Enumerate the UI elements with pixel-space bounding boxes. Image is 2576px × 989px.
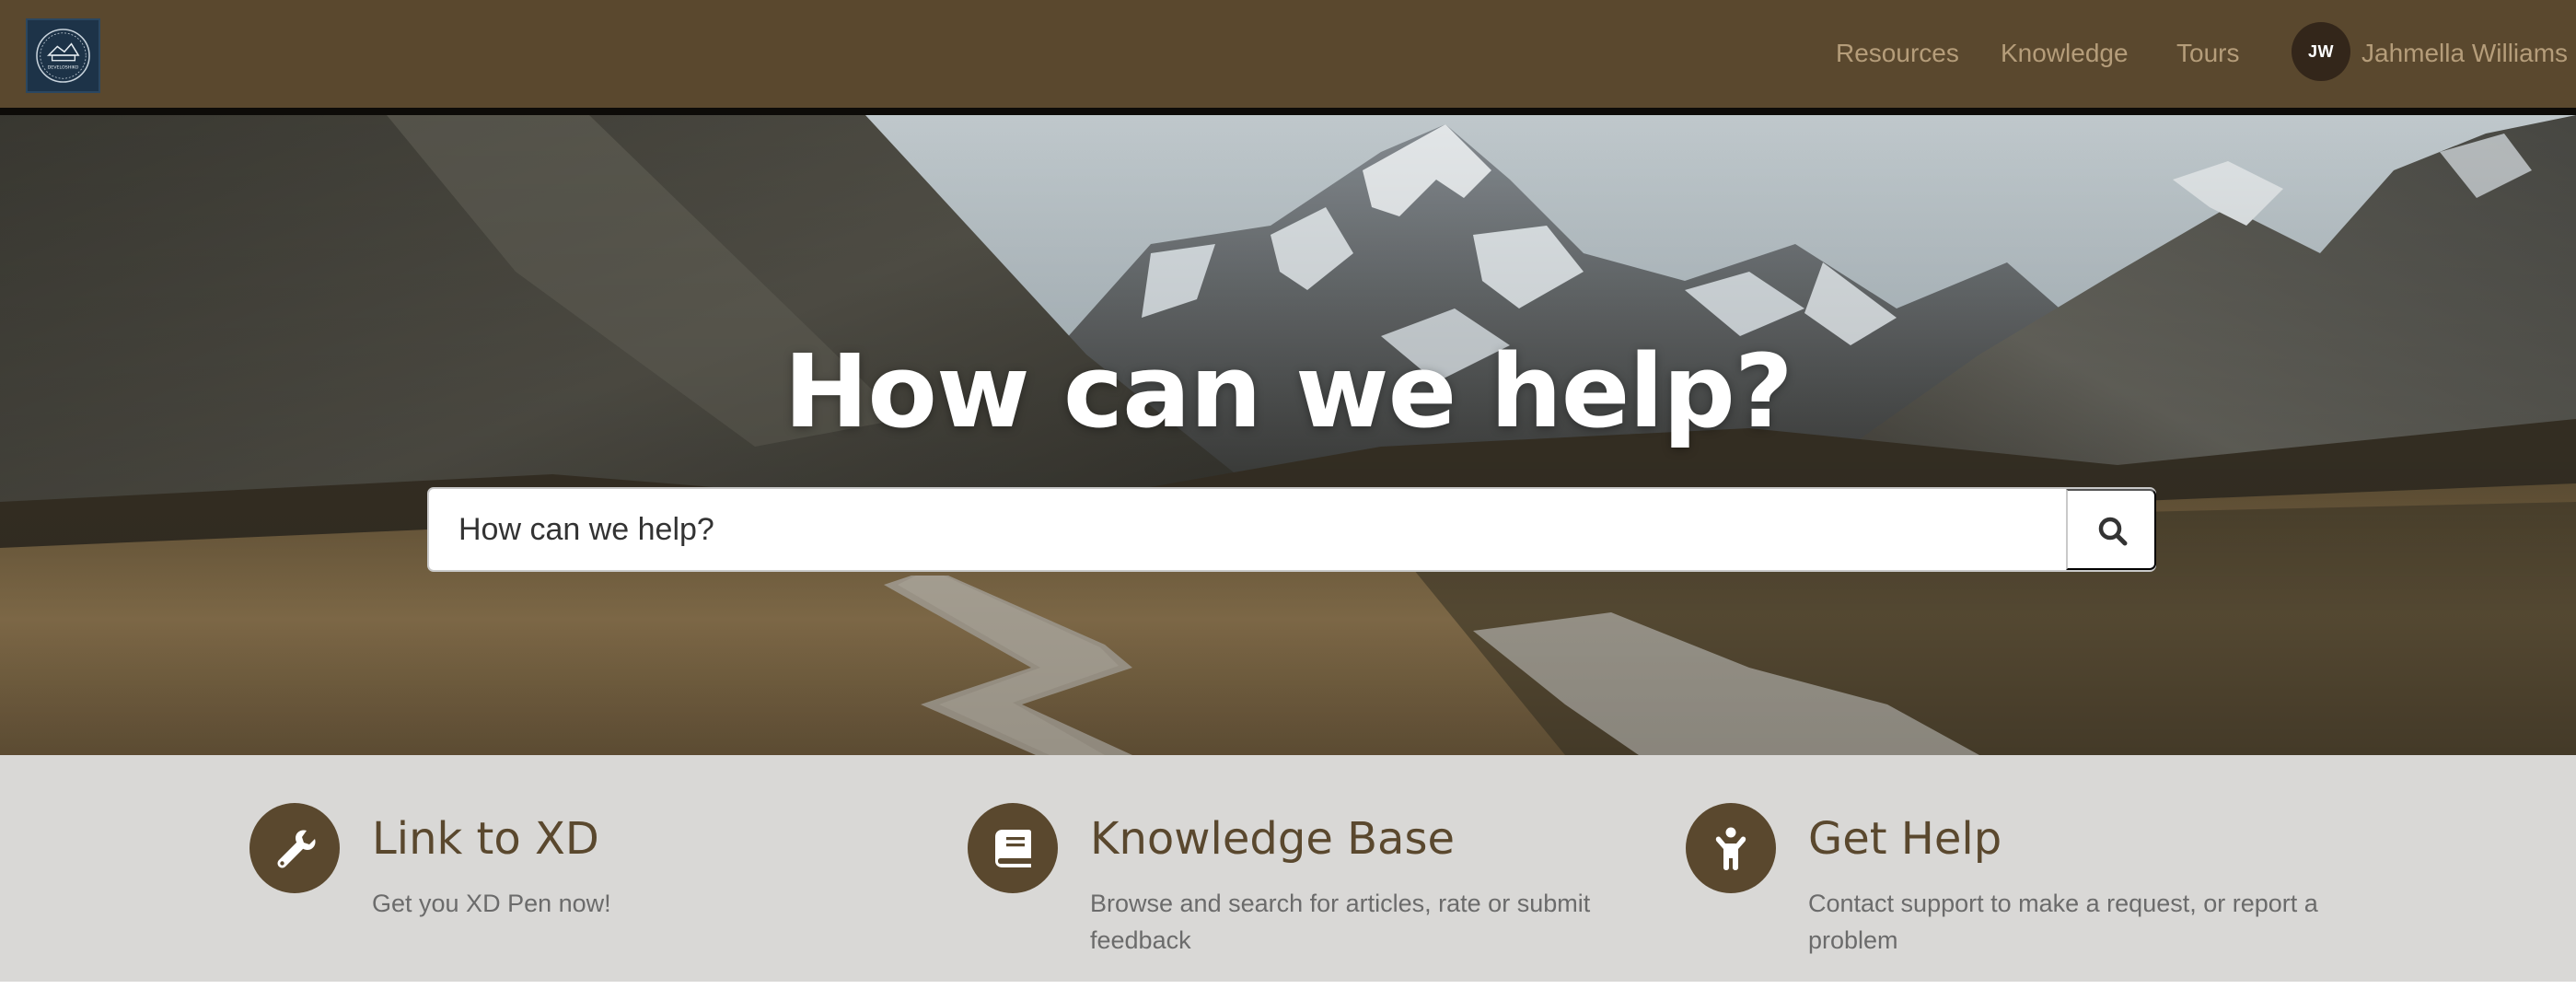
logo-emblem-icon: DEVELOSHIKO (36, 29, 90, 83)
feature-title: Link to XD (372, 813, 599, 865)
feature-icon-circle (968, 803, 1058, 893)
hero-title: How can we help? (783, 332, 1793, 450)
search-input[interactable] (429, 489, 2066, 570)
user-name[interactable]: Jahmella Williams (2361, 35, 2568, 72)
feature-links-strip: Link to XD Get you XD Pen now! Knowledge… (0, 755, 2576, 982)
search-bar (427, 487, 2156, 572)
logo[interactable]: DEVELOSHIKO (26, 18, 100, 93)
wrench-icon (277, 830, 316, 868)
feature-description: Get you XD Pen now! (372, 890, 611, 917)
top-navigation-bar: DEVELOSHIKO Resources Knowledge Tours JW… (0, 0, 2576, 108)
hero-banner: How can we help? (0, 115, 2576, 755)
feature-description: Browse and search for articles, rate or … (1090, 890, 1591, 954)
book-icon (995, 830, 1031, 867)
feature-title: Get Help (1808, 813, 2002, 865)
search-icon (2098, 517, 2128, 546)
search-button[interactable] (2066, 489, 2156, 570)
page-bottom-edge (0, 982, 2576, 989)
logo-text: DEVELOSHIKO (48, 64, 79, 70)
nav-link-knowledge[interactable]: Knowledge (2001, 35, 2129, 72)
feature-description: Contact support to make a request, or re… (1808, 890, 2318, 954)
feature-title: Knowledge Base (1090, 813, 1455, 865)
header-divider (0, 108, 2576, 115)
feature-knowledge-base[interactable]: Knowledge Base Browse and search for art… (968, 803, 1667, 969)
nav-link-resources[interactable]: Resources (1836, 35, 1959, 72)
feature-icon-circle (1686, 803, 1776, 893)
nav-link-tours[interactable]: Tours (2176, 35, 2239, 72)
feature-icon-circle (249, 803, 340, 893)
person-icon (1715, 827, 1746, 870)
feature-get-help[interactable]: Get Help Contact support to make a reque… (1686, 803, 2385, 969)
user-avatar[interactable]: JW (2292, 22, 2350, 81)
feature-link-to-xd[interactable]: Link to XD Get you XD Pen now! (249, 803, 949, 969)
